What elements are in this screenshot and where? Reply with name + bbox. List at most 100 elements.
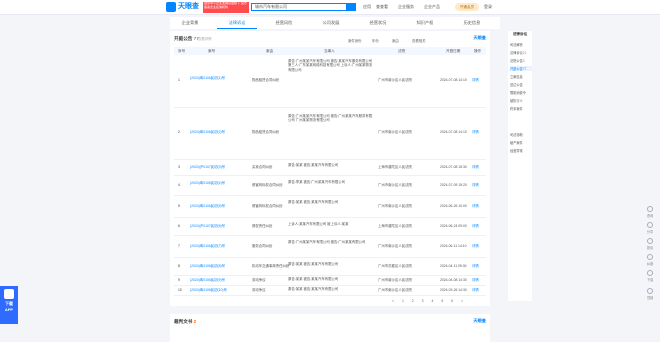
case-parties[interactable]: 原告:李某 被告:广州某某汽车有限公司 <box>288 180 373 184</box>
app-badge-line2: APP <box>4 307 14 312</box>
nav-item[interactable]: 应用 <box>363 4 371 10</box>
case-number-link[interactable]: (2024)粤0106民初(4)号 <box>190 181 246 185</box>
next-page-button[interactable]: > <box>461 299 463 303</box>
detail-link[interactable]: 详情 <box>472 224 479 228</box>
logo-text: 天眼查 <box>178 3 199 10</box>
filter-year[interactable]: 年份 <box>372 38 379 44</box>
complain-tool[interactable]: 投诉 <box>643 238 657 250</box>
pagination: < 1 2 3 4 5 6 > <box>392 299 470 305</box>
case-number-link[interactable]: (2024)粤0106民初(1)号 <box>190 76 246 80</box>
case-court: 广州市南沙区人民法院 <box>378 130 412 134</box>
page-button[interactable]: 3 <box>422 299 424 303</box>
case-parties[interactable]: 上诉人:某某汽车有限公司 被上诉人:某某 <box>288 222 373 226</box>
sidebar-item[interactable]: 法院公告3 <box>510 58 532 63</box>
case-number-link[interactable]: (2024)粤0106民初(5)号 <box>190 204 246 208</box>
tab-legal[interactable]: 法律诉讼 <box>217 17 257 29</box>
sidebar-item[interactable]: 经营异常 <box>510 148 532 153</box>
case-number-link[interactable]: (2024)粤0106民初(10)号 <box>190 288 246 292</box>
sidebar-item-active[interactable]: 开庭公告77 <box>510 66 532 71</box>
sidebar-item[interactable]: 立案信息 <box>510 74 532 79</box>
col-header: 案由 <box>266 49 274 53</box>
col-header: 开庭日期 <box>446 49 461 53</box>
case-parties[interactable]: 原告:广州某某汽车有限公司 被告:广州某某汽车服务有限公司 广州某某物流有限公司 <box>288 114 373 123</box>
case-number-link[interactable]: (2024)沪0107民初(3)号 <box>190 165 246 169</box>
table-row: 8 (2024)粤0106民初(8)号 机动车交通事故责任纠纷 原告:某某 被告… <box>174 258 486 276</box>
sidebar-title: 法律诉讼 <box>512 32 528 36</box>
row-number: 2 <box>178 130 180 134</box>
case-number-link[interactable]: (2024)粤0106民初(2)号 <box>190 130 246 134</box>
logo[interactable]: 天眼查 <box>166 2 202 12</box>
sidebar-item[interactable]: 限制消费令 <box>510 90 532 95</box>
download-app-badge[interactable]: 下载 APP <box>0 286 18 324</box>
sidebar-item[interactable]: 终本案件 <box>510 106 532 111</box>
case-number-link[interactable]: (2024)粤0106民初(8)号 <box>190 264 246 268</box>
col-header: 当事人 <box>324 49 335 53</box>
tab-company-background[interactable]: 企业背景 <box>170 17 210 29</box>
case-number-link[interactable]: (2024)粤0106民初(9)号 <box>190 278 246 282</box>
consult-tool[interactable]: 咨询 <box>643 206 657 218</box>
col-header: 案号 <box>208 49 216 53</box>
case-number-link[interactable]: (2024)粤0106民初(7)号 <box>190 244 246 248</box>
search-input[interactable]: 城市汽车有限公司 <box>251 3 347 11</box>
case-parties[interactable]: 原告:广州某某汽车有限公司 被告:某某汽车服务有限公司 第三人:广东某某网络科技… <box>288 59 373 72</box>
hearing-announcement-panel: 开庭公告 77 查看详情 案件身份 年份 案由 查看相关 天眼查 序号 案号 案… <box>170 31 490 306</box>
detail-link[interactable]: 详情 <box>472 183 479 187</box>
filter-cause[interactable]: 案由 <box>392 38 399 44</box>
login-link[interactable]: 登录 <box>484 4 492 10</box>
download-icon <box>647 270 653 276</box>
sidebar-item[interactable]: 被执行人 <box>510 98 532 103</box>
page-button[interactable]: 2 <box>412 299 414 303</box>
table-row: 5 (2024)粤0106民初(5)号 侵害商标权合同纠纷 原告:某某 被告:某… <box>174 196 486 218</box>
tab-operation[interactable]: 经营状况 <box>358 17 398 29</box>
case-parties[interactable]: 原告:某某 被告:某某汽车有限公司 <box>288 200 373 204</box>
promo-banner[interactable]: 国家中小企业发展基金旗下 官方备案企业征信机构 <box>203 2 249 13</box>
detail-link[interactable]: 详情 <box>472 264 479 268</box>
detail-link[interactable]: 详情 <box>472 204 479 208</box>
case-parties[interactable]: 原告:某某 被告:某某汽车有限公司 <box>288 277 373 281</box>
detail-link[interactable]: 详情 <box>472 78 479 82</box>
detail-link[interactable]: 详情 <box>472 278 479 282</box>
detail-link[interactable]: 详情 <box>472 130 479 134</box>
detail-link[interactable]: 详情 <box>472 244 479 248</box>
nav-item[interactable]: 企业服务 <box>398 4 414 10</box>
correct-tool[interactable]: 纠错 <box>643 254 657 266</box>
download-tool[interactable]: 下载 <box>643 270 657 282</box>
section-sidebar: 法律诉讼 司法解析 法律诉讼13 法院公告3 开庭公告77 立案信息 送达公告 … <box>508 31 532 301</box>
sidebar-item[interactable]: 司法解析 <box>510 42 532 47</box>
panel2-count: 2 <box>193 319 197 324</box>
back-to-top[interactable]: 顶部 <box>643 288 657 300</box>
case-number-link[interactable]: (2024)沪0107民初(6)号 <box>190 224 246 228</box>
tab-development[interactable]: 公司发展 <box>311 17 351 29</box>
case-parties[interactable]: 原告:某某 被告:某某汽车有限公司 <box>288 163 373 167</box>
page-button[interactable]: 1 <box>402 299 404 303</box>
detail-link[interactable]: 详情 <box>472 165 479 169</box>
share-tool[interactable]: 分享 <box>643 222 657 234</box>
nav-item[interactable]: 企业产品 <box>424 4 440 10</box>
panel-subtitle[interactable]: 查看详情 <box>198 36 212 41</box>
page-button[interactable]: 6 <box>451 299 453 303</box>
tab-risk[interactable]: 经营风险 <box>264 17 304 29</box>
filter-related[interactable]: 查看相关 <box>412 38 426 44</box>
sidebar-item[interactable]: 送达公告 <box>510 82 532 87</box>
table-row: 10 (2024)粤0106民初(10)号 劳动争议 原告:某某 被告:某某汽车… <box>174 286 486 296</box>
prev-page-button[interactable]: < <box>392 299 394 303</box>
case-cause: 服务合同纠纷 <box>252 244 273 248</box>
app-icon <box>4 289 14 299</box>
nav-item[interactable]: 查查看 <box>376 4 388 10</box>
detail-link[interactable]: 详情 <box>472 288 479 292</box>
sidebar-item[interactable]: 司法协助 <box>510 132 532 137</box>
case-parties[interactable]: 原告:广州某某汽车有限公司 被告:广州某某有限公司 <box>288 240 373 244</box>
page-button[interactable]: 5 <box>441 299 443 303</box>
vip-button[interactable]: 开通会员 <box>455 3 479 11</box>
tab-ip[interactable]: 知识产权 <box>405 17 445 29</box>
tab-history[interactable]: 历史信息 <box>452 17 492 29</box>
case-parties[interactable]: 原告:某某 被告:某某汽车有限公司 <box>288 262 373 266</box>
edit-icon <box>647 254 653 260</box>
filter-role[interactable]: 案件身份 <box>348 38 362 44</box>
sidebar-item[interactable]: 法律诉讼13 <box>510 50 532 55</box>
sidebar-item[interactable]: 破产案件 <box>510 140 532 145</box>
search-button[interactable] <box>346 3 356 11</box>
page-button[interactable]: 4 <box>431 299 433 303</box>
case-parties[interactable]: 原告:某某 被告:某某汽车有限公司 <box>288 287 373 291</box>
case-court: 广州市花都区人民法院 <box>378 264 412 268</box>
